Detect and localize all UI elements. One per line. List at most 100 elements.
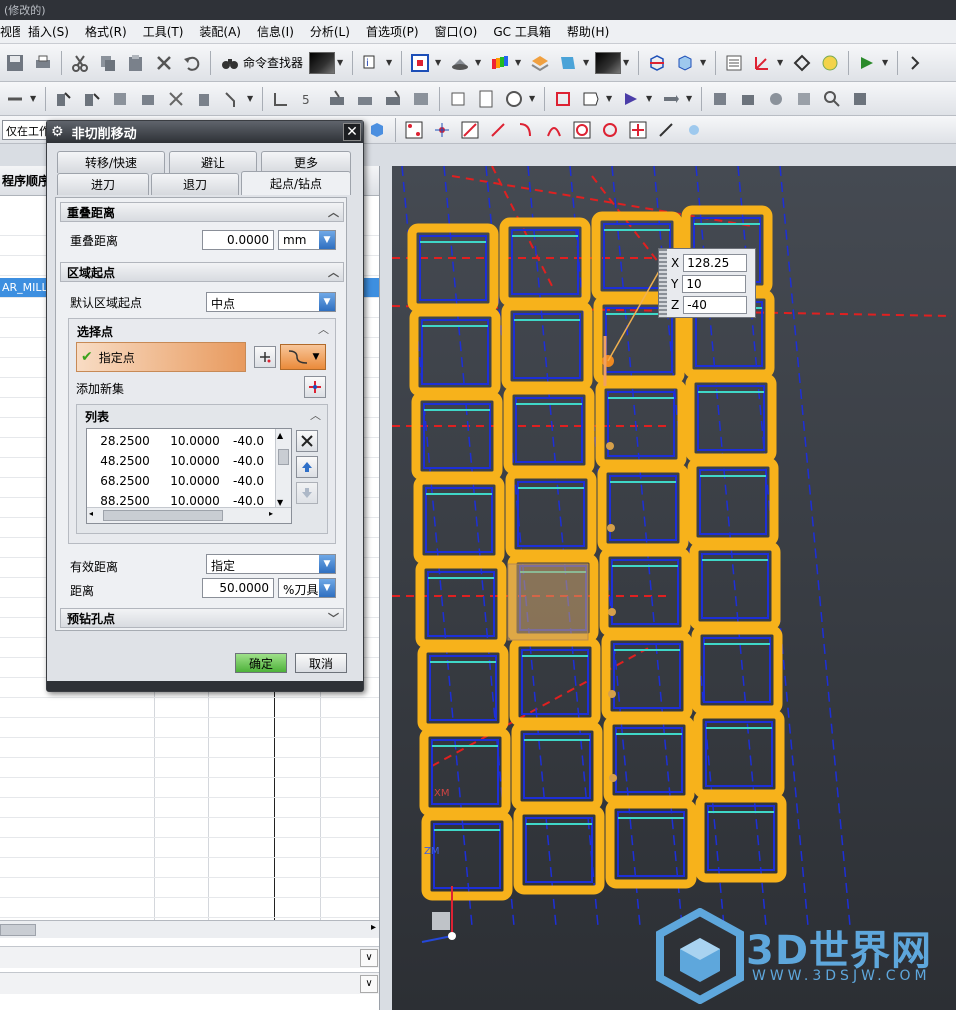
display-icon[interactable] (847, 86, 873, 112)
snap-endpoint-icon[interactable] (457, 117, 483, 143)
distance-unit-select[interactable]: %刀具 ▼ (278, 578, 336, 598)
chevron-down-icon[interactable]: ▼ (30, 94, 40, 103)
create-program-icon[interactable] (2, 86, 28, 112)
menu-info[interactable]: 信息(I) (249, 23, 302, 40)
region-start-group-header[interactable]: 区域起点 ︿ (60, 262, 344, 282)
chevron-down-icon[interactable]: ▼ (700, 58, 710, 67)
chevron-down-icon[interactable]: ﹀ (328, 610, 339, 626)
scroll-right-icon[interactable]: ▸ (371, 922, 376, 933)
fit-view-icon[interactable] (407, 50, 433, 76)
chevron-down-icon[interactable]: ▼ (319, 231, 335, 249)
specify-point-row[interactable]: ✔ 指定点 (76, 342, 246, 372)
menu-assembly[interactable]: 装配(A) (191, 23, 249, 40)
search-icon[interactable] (819, 86, 845, 112)
chevron-down-icon[interactable]: ▼ (606, 94, 616, 103)
fixture-icon[interactable] (735, 86, 761, 112)
chevron-down-icon[interactable]: ▼ (435, 58, 445, 67)
blank-icon[interactable] (763, 86, 789, 112)
tab-avoidance[interactable]: 避让 (169, 151, 257, 173)
view-cube-icon[interactable] (644, 50, 670, 76)
chevron-up-icon[interactable]: ︿ (328, 204, 339, 220)
inferred-point-select[interactable]: ▼ (280, 344, 326, 370)
move-up-button[interactable] (296, 456, 318, 478)
feeds-speeds-icon[interactable] (445, 86, 471, 112)
table-row[interactable] (0, 858, 379, 878)
effective-distance-select[interactable]: 指定 ▼ (206, 554, 336, 574)
overlap-distance-field[interactable]: 0.0000 (202, 230, 274, 250)
snap-quadrant-icon[interactable] (597, 117, 623, 143)
measure-icon[interactable] (817, 50, 843, 76)
drag-handle[interactable] (659, 249, 667, 317)
move-down-button[interactable] (296, 482, 318, 504)
chevron-down-icon[interactable]: ▼ (529, 94, 539, 103)
distance-field[interactable]: 50.0000 (202, 578, 274, 598)
scroll-up-icon[interactable]: ▲ (277, 431, 283, 440)
part-icon[interactable] (791, 86, 817, 112)
colors-icon[interactable] (487, 50, 513, 76)
table-row[interactable] (0, 738, 379, 758)
z-coordinate-field[interactable] (683, 296, 748, 314)
cutting-area-icon[interactable] (550, 86, 576, 112)
create-geometry-icon[interactable] (107, 86, 133, 112)
tab-transfer-rapid[interactable]: 转移/快速 (57, 151, 165, 173)
undo-icon[interactable] (179, 50, 205, 76)
list-horizontal-scrollbar[interactable]: ◂ ▸ (87, 507, 291, 523)
menu-window[interactable]: 窗口(O) (427, 23, 486, 40)
menu-format[interactable]: 格式(R) (77, 23, 135, 40)
create-method-icon[interactable] (135, 86, 161, 112)
shaded-view-icon[interactable] (447, 50, 473, 76)
output-icon[interactable] (618, 86, 644, 112)
delete-icon[interactable] (151, 50, 177, 76)
predrill-group-header[interactable]: 预钻孔点 ﹀ (60, 608, 344, 628)
create-operation-icon[interactable] (51, 86, 77, 112)
snap-point-icon[interactable] (625, 117, 651, 143)
chevron-down-icon[interactable]: ▼ (777, 58, 787, 67)
copy-operation-icon[interactable] (191, 86, 217, 112)
move-operation-icon[interactable] (163, 86, 189, 112)
add-new-set-button[interactable] (304, 376, 326, 398)
chevron-down-icon[interactable]: ▼ (686, 94, 696, 103)
layer-icon[interactable] (527, 50, 553, 76)
replay-path-icon[interactable]: 5 (296, 86, 322, 112)
chevron-up-icon[interactable]: ︿ (310, 407, 321, 423)
menu-view[interactable]: 视图(V) (0, 23, 20, 40)
y-coordinate-field[interactable] (682, 275, 747, 293)
generate-path-icon[interactable] (268, 86, 294, 112)
scrollbar-thumb[interactable] (0, 924, 36, 936)
chevron-down-icon[interactable]: ▼ (515, 58, 525, 67)
chevron-up-icon[interactable]: ︿ (318, 321, 329, 337)
menu-preferences[interactable]: 首选项(P) (358, 23, 427, 40)
clock-icon[interactable] (501, 86, 527, 112)
cancel-button[interactable]: 取消 (295, 653, 347, 673)
dialog-title-bar[interactable]: ⚙ 非切削移动 (47, 121, 363, 143)
chevron-down-icon[interactable]: ▼ (319, 293, 335, 311)
list-item[interactable]: 28.2500 10.0000 -40.0 (87, 431, 275, 451)
list-item[interactable]: 48.2500 10.0000 -40.0 (87, 451, 275, 471)
overlap-group-header[interactable]: 重叠距离 ︿ (60, 202, 344, 222)
point-dialog-button[interactable] (254, 346, 276, 368)
overlap-unit-select[interactable]: mm ▼ (278, 230, 336, 250)
scrollbar-thumb[interactable] (103, 510, 223, 521)
paste-icon[interactable] (123, 50, 149, 76)
create-tool-icon[interactable] (79, 86, 105, 112)
list-icon[interactable] (721, 50, 747, 76)
remove-point-button[interactable] (296, 430, 318, 452)
chevron-down-icon[interactable]: ▼ (583, 58, 593, 67)
snap-grid-icon[interactable] (401, 117, 427, 143)
more-icon[interactable] (903, 50, 929, 76)
command-finder-button[interactable]: 命令查找器 (216, 53, 307, 73)
snap-center-icon[interactable] (569, 117, 595, 143)
chevron-up-icon[interactable]: ︿ (328, 264, 339, 280)
table-row[interactable] (0, 698, 379, 718)
chevron-down-icon[interactable]: ▼ (337, 58, 347, 67)
tab-retract[interactable]: 退刀 (151, 173, 239, 195)
close-icon[interactable]: ✕ (343, 123, 361, 141)
scrollbar-thumb[interactable] (278, 449, 289, 465)
list-vertical-scrollbar[interactable]: ▲ ▼ (275, 429, 291, 509)
snap-on-face-icon[interactable] (681, 117, 707, 143)
menu-tools[interactable]: 工具(T) (135, 23, 192, 40)
list-path-icon[interactable] (352, 86, 378, 112)
scroll-left-icon[interactable]: ◂ (89, 509, 93, 518)
ok-button[interactable]: 确定 (235, 653, 287, 673)
chevron-down-icon[interactable]: ▼ (646, 94, 656, 103)
